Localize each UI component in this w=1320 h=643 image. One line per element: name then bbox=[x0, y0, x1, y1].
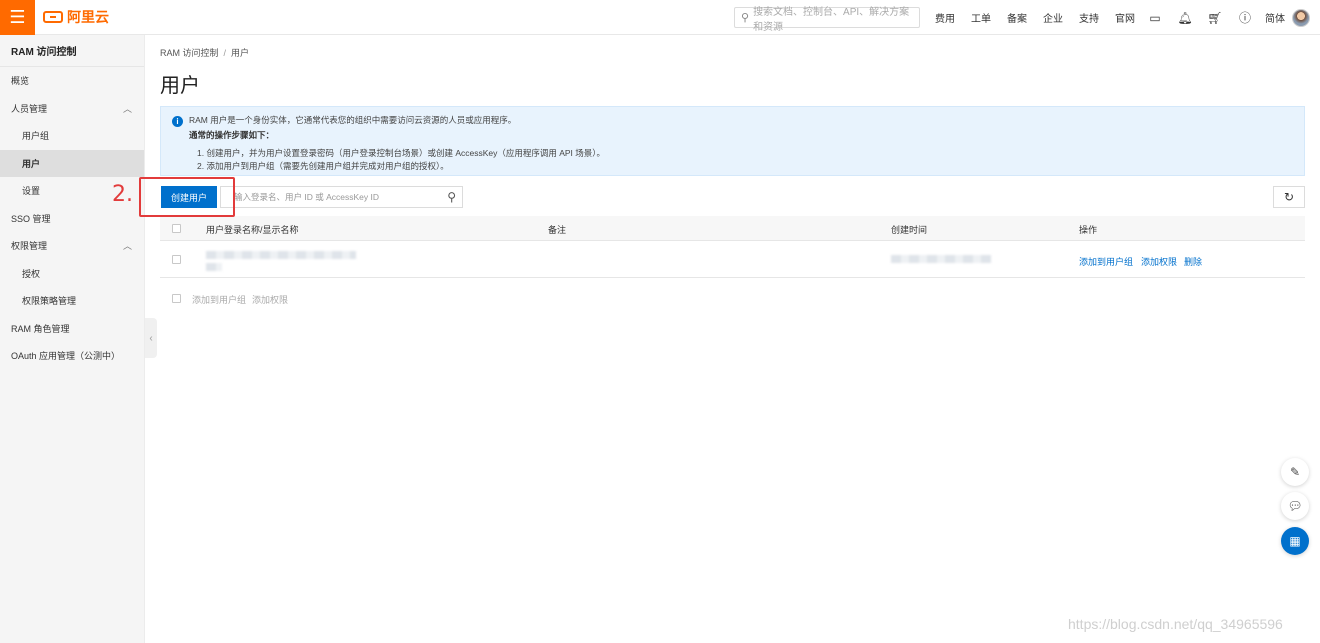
watermark: https://blog.csdn.net/qq_34965596 bbox=[1068, 616, 1283, 632]
breadcrumb: RAM 访问控制 / 用户 bbox=[160, 48, 250, 58]
top-nav: 费用 工单 备案 企业 支持 官网 bbox=[935, 0, 1151, 35]
nav-fees[interactable]: 费用 bbox=[935, 10, 955, 25]
batch-add-permission-link[interactable]: 添加权限 bbox=[252, 293, 288, 306]
sidebar-collapse-chevron-left-icon[interactable]: ‹ bbox=[145, 318, 157, 358]
info-notice: i RAM 用户是一个身份实体，它通常代表您的组织中需要访问云资源的人员或应用程… bbox=[160, 106, 1305, 176]
sidebar-item-users[interactable]: 用户 bbox=[0, 149, 144, 177]
select-all-checkbox[interactable] bbox=[172, 224, 181, 233]
nav-icp[interactable]: 备案 bbox=[1007, 10, 1027, 25]
add-permission-link[interactable]: 添加权限 bbox=[1141, 255, 1177, 268]
sidebar-item-label: 人员管理 bbox=[11, 103, 48, 114]
sidebar-item-label: 概览 bbox=[11, 76, 30, 87]
nav-tickets[interactable]: 工单 bbox=[971, 10, 991, 25]
sidebar-item-oauth-apps[interactable]: OAuth 应用管理（公测中） bbox=[0, 342, 144, 370]
sidebar-item-permissions[interactable]: 权限管理 ︿ bbox=[0, 232, 144, 260]
breadcrumb-ram[interactable]: RAM 访问控制 bbox=[160, 48, 219, 58]
sidebar: RAM 访问控制 概览 人员管理 ︿ 用户组 用户 设置 SSO 管理 权限管理 ︿… bbox=[0, 35, 145, 643]
sidebar-item-groups[interactable]: 用户组 bbox=[0, 122, 144, 150]
nav-enterprise[interactable]: 企业 bbox=[1043, 10, 1063, 25]
sidebar-item-label: OAuth 应用管理（公测中） bbox=[11, 351, 121, 362]
cart-icon[interactable]: 🛒︎ bbox=[1200, 11, 1230, 25]
redacted-created-time bbox=[891, 255, 991, 263]
sidebar-item-identities[interactable]: 人员管理 ︿ bbox=[0, 95, 144, 123]
nav-support[interactable]: 支持 bbox=[1079, 10, 1099, 25]
apps-grid-icon[interactable]: ▦ bbox=[1281, 527, 1309, 555]
delete-link[interactable]: 删除 bbox=[1184, 255, 1202, 268]
table-header: 用户登录名称/显示名称 备注 创建时间 操作 bbox=[160, 216, 1305, 241]
user-toolbar: 创建用户 输入登录名、用户 ID 或 AccessKey ID ⚲ ↻ bbox=[160, 186, 1305, 208]
batch-actions: 添加到用户组 添加权限 bbox=[160, 293, 560, 307]
sidebar-item-label: 授权 bbox=[22, 268, 41, 279]
col-login-name: 用户登录名称/显示名称 bbox=[206, 225, 299, 235]
bell-icon[interactable]: 🔔︎ bbox=[1170, 11, 1200, 25]
add-to-group-link[interactable]: 添加到用户组 bbox=[1079, 255, 1133, 268]
help-icon[interactable]: ⓘ bbox=[1230, 9, 1260, 26]
avatar[interactable] bbox=[1292, 9, 1310, 27]
sidebar-item-label: 权限管理 bbox=[11, 241, 48, 252]
chat-bubble-icon[interactable]: 💬︎ bbox=[1281, 492, 1309, 520]
global-search-input[interactable]: ⚲ 搜索文档、控制台、API、解决方案和资源 bbox=[734, 7, 920, 33]
sidebar-item-label: SSO 管理 bbox=[11, 213, 51, 224]
sidebar-item-sso[interactable]: SSO 管理 bbox=[0, 205, 144, 233]
col-remark: 备注 bbox=[548, 225, 567, 235]
chevron-up-icon: ︿ bbox=[122, 103, 132, 114]
sidebar-item-policies[interactable]: 权限策略管理 bbox=[0, 287, 144, 315]
chevron-up-icon: ︿ bbox=[122, 241, 132, 252]
refresh-icon[interactable]: ↻ bbox=[1273, 186, 1305, 208]
redacted-login-name bbox=[206, 251, 356, 259]
redacted-display-name bbox=[206, 263, 222, 271]
terminal-icon[interactable]: ▭ bbox=[1140, 11, 1170, 25]
notice-line-4: 2. 添加用户到用户组（需要先创建用户组并完成对用户组的授权）。 bbox=[197, 161, 449, 171]
top-tools: ▭ 🔔︎ 🛒︎ ⓘ 简体 bbox=[1140, 0, 1290, 35]
table-row: 添加到用户组 添加权限 删除 bbox=[160, 241, 1305, 278]
row-checkbox[interactable] bbox=[172, 255, 181, 264]
hamburger-menu-icon[interactable]: ☰ bbox=[0, 0, 35, 35]
sidebar-item-label: RAM 角色管理 bbox=[11, 323, 70, 334]
step-annotation-box bbox=[139, 177, 235, 217]
sidebar-item-overview[interactable]: 概览 bbox=[0, 67, 144, 95]
sidebar-item-label: 设置 bbox=[22, 186, 41, 197]
nav-official-site[interactable]: 官网 bbox=[1115, 10, 1135, 25]
search-icon[interactable]: ⚲ bbox=[447, 190, 456, 204]
brand-name: 阿里云 bbox=[67, 9, 109, 25]
language-switch[interactable]: 简体 bbox=[1260, 10, 1290, 25]
page-title: 用户 bbox=[160, 75, 200, 97]
global-search-placeholder: 搜索文档、控制台、API、解决方案和资源 bbox=[753, 6, 910, 33]
user-search-input[interactable]: 输入登录名、用户 ID 或 AccessKey ID ⚲ bbox=[220, 186, 463, 208]
notice-line-3: 1. 创建用户，并为用户设置登录密码（用户登录控制台场景）或创建 AccessK… bbox=[197, 148, 606, 158]
batch-select-checkbox[interactable] bbox=[172, 294, 181, 303]
user-search-placeholder: 输入登录名、用户 ID 或 AccessKey ID bbox=[234, 192, 379, 202]
top-bar: ☰ 阿里云 ⚲ 搜索文档、控制台、API、解决方案和资源 费用 工单 备案 企业… bbox=[0, 0, 1320, 35]
breadcrumb-users: 用户 bbox=[231, 48, 250, 58]
col-created-time: 创建时间 bbox=[891, 225, 928, 235]
col-actions: 操作 bbox=[1079, 225, 1098, 235]
sidebar-item-label: 用户 bbox=[22, 158, 41, 169]
sidebar-item-label: 权限策略管理 bbox=[22, 296, 77, 307]
feedback-doc-icon[interactable]: ✎ bbox=[1281, 458, 1309, 486]
step-annotation-number: 2. bbox=[112, 182, 133, 207]
aliyun-logo[interactable]: 阿里云 bbox=[43, 7, 109, 27]
info-icon: i bbox=[172, 116, 183, 127]
users-table: 用户登录名称/显示名称 备注 创建时间 操作 添加到用户组 添加权限 删除 bbox=[160, 216, 1305, 278]
batch-add-to-group-link[interactable]: 添加到用户组 bbox=[192, 293, 246, 306]
sidebar-item-label: 用户组 bbox=[22, 131, 50, 142]
sidebar-title: RAM 访问控制 bbox=[0, 35, 144, 67]
search-icon: ⚲ bbox=[741, 12, 750, 24]
sidebar-item-ram-roles[interactable]: RAM 角色管理 bbox=[0, 315, 144, 343]
aliyun-logo-mark-icon bbox=[43, 11, 63, 23]
notice-line-2: 通常的操作步骤如下： bbox=[189, 130, 275, 140]
sidebar-item-grants[interactable]: 授权 bbox=[0, 260, 144, 288]
notice-line-1: RAM 用户是一个身份实体，它通常代表您的组织中需要访问云资源的人员或应用程序。 bbox=[189, 115, 517, 125]
